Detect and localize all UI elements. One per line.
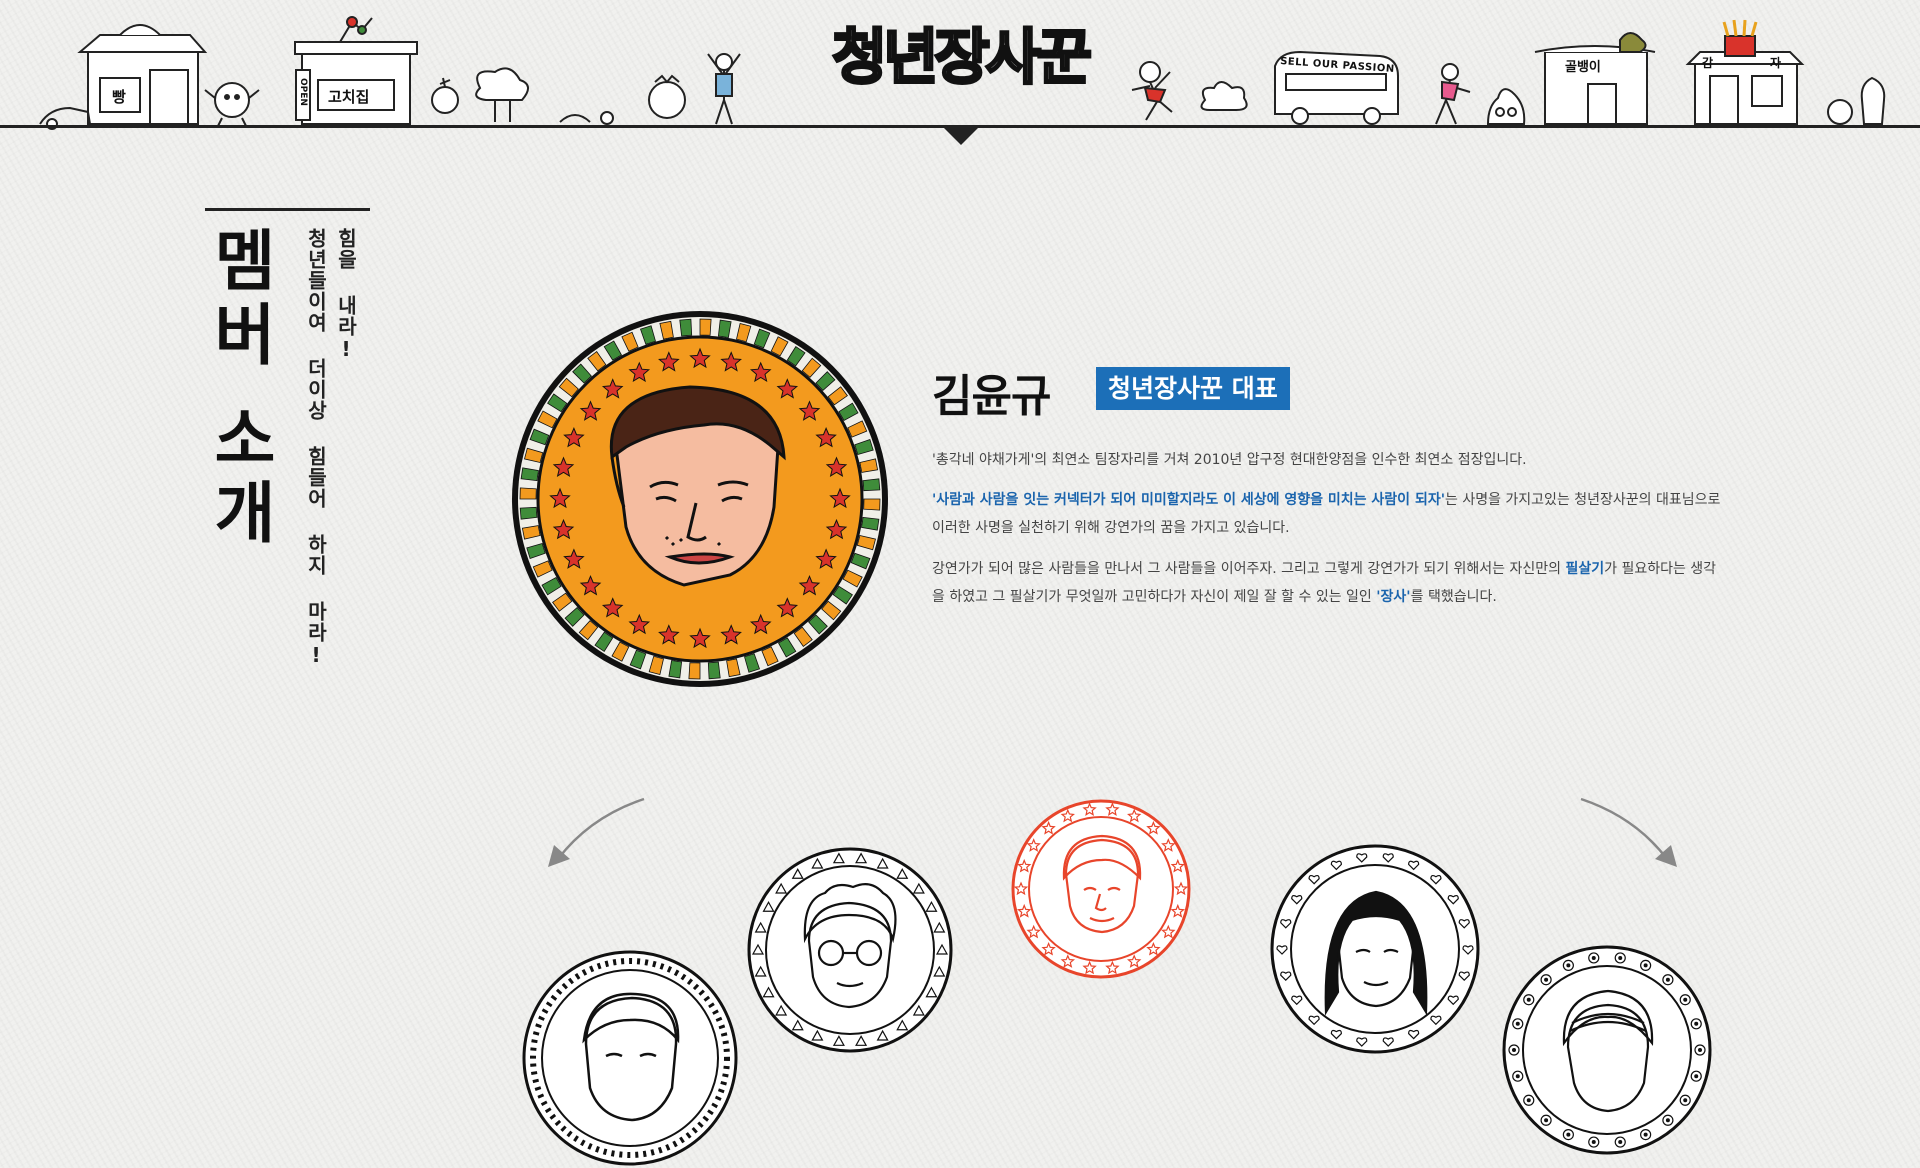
title-rule xyxy=(205,208,370,211)
member-dream-paragraph: 강연가가 되어 많은 사람들을 만나서 그 사람들을 이어주자. 그리고 그렇게… xyxy=(932,555,1722,611)
member-face-portrait xyxy=(1062,834,1142,934)
skewer-shop-icon xyxy=(294,16,418,125)
member-coin-3-selected[interactable] xyxy=(1010,798,1192,980)
carousel-prev-arrow-icon[interactable] xyxy=(540,795,650,875)
dream-text-part: 를 택했습니다. xyxy=(1410,589,1497,605)
fries-shop-icon xyxy=(1685,19,1805,125)
skewer-shop-sign: 고치집 xyxy=(328,88,370,106)
bakery-sign: 빵 xyxy=(112,88,126,106)
member-face-portrait xyxy=(582,992,680,1122)
mission-highlight: '사람과 사람을 잇는 커넥터가 되어 미미할지라도 이 세상에 영향을 미치는… xyxy=(932,492,1445,508)
member-coin-2[interactable] xyxy=(745,845,955,1055)
member-coin-5[interactable] xyxy=(1500,943,1714,1157)
onion-character-icon xyxy=(204,82,260,127)
open-sign: OPEN xyxy=(298,78,308,106)
section-title-char: 버 xyxy=(214,297,276,374)
section-title: 멤 버 소 개 xyxy=(210,225,280,551)
member-bio-paragraph: '총각네 야채가게'의 최연소 팀장자리를 거쳐 2010년 압구정 현대한양점… xyxy=(932,452,1527,468)
member-coin-4[interactable] xyxy=(1268,842,1482,1056)
slogan-line-1: 힘을 내라! xyxy=(334,228,358,362)
dancing-girl-icon xyxy=(1131,61,1173,121)
dream-text-part: 강연가가 되어 많은 사람들을 만나서 그 사람들을 이어주자. 그리고 그렇게… xyxy=(932,561,1566,577)
snail-shop-sign: 골뱅이 xyxy=(1565,60,1601,75)
section-title-char: 개 xyxy=(214,475,276,552)
snail-shop-icon xyxy=(1534,32,1656,125)
carousel-next-arrow-icon[interactable] xyxy=(1575,795,1685,875)
veggie-characters-icon xyxy=(431,67,686,125)
dream-highlight: 필살기 xyxy=(1565,561,1605,577)
dream-highlight: '장사' xyxy=(1376,589,1411,605)
potato-sign-right: 자 xyxy=(1770,56,1782,70)
member-mission-paragraph: '사람과 사람을 잇는 커넥터가 되어 미미할지라도 이 세상에 영향을 미치는… xyxy=(932,486,1722,542)
snail-character-icon xyxy=(1486,88,1526,125)
caret-down-icon xyxy=(943,127,979,145)
member-role-badge: 청년장사꾼 대표 xyxy=(1096,367,1290,410)
site-logo[interactable]: 청년장사꾼 xyxy=(830,27,1094,90)
slogan-line-2: 청년들이여 더이상 힘들어 하지 마라! xyxy=(304,228,328,668)
section-title-char: 멤 xyxy=(214,223,276,300)
bakery-shop-icon xyxy=(77,24,208,125)
section-title-char: 소 xyxy=(214,401,276,478)
pointing-person-icon xyxy=(1435,63,1471,125)
member-name: 김윤규 xyxy=(932,371,1051,422)
member-coin-1[interactable] xyxy=(520,948,740,1168)
featured-member-coin xyxy=(512,311,888,687)
potato-sign-left: 감 xyxy=(1702,56,1714,70)
cheering-person-icon xyxy=(707,53,741,125)
site-header: 청년장사꾼 빵 OPEN 고치집 SELL OUR PASSION 골뱅이 감 … xyxy=(0,0,1920,145)
veggie-friends-icon xyxy=(1827,76,1886,125)
cauliflower-icon xyxy=(1200,81,1248,111)
